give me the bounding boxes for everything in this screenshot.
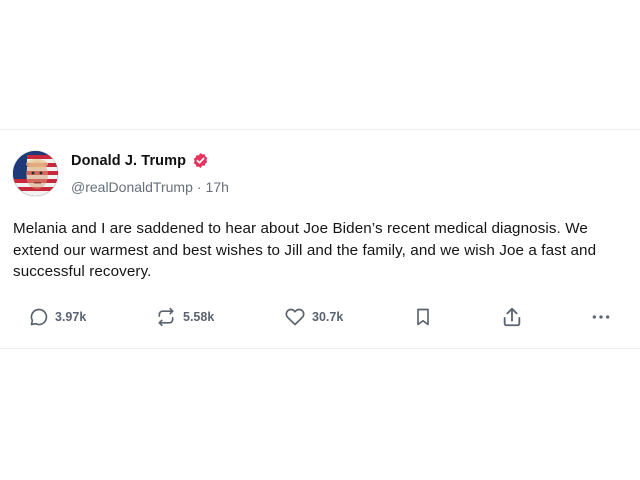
action-bar: 3.97k 5.58k 30.7k (0, 304, 640, 330)
reply-button[interactable]: 3.97k (29, 304, 86, 330)
bookmark-icon (413, 306, 433, 328)
repost-icon (155, 307, 177, 327)
author-handle[interactable]: @realDonaldTrump (71, 179, 193, 195)
meta-separator: · (196, 179, 202, 195)
reply-count: 3.97k (55, 310, 87, 324)
repost-button[interactable]: 5.58k (155, 304, 214, 330)
like-button[interactable]: 30.7k (284, 304, 343, 330)
more-icon (590, 307, 612, 327)
avatar[interactable] (13, 151, 58, 196)
post-card: Donald J. Trump @realDonaldTrump · 17h M… (0, 129, 640, 349)
like-icon (284, 307, 306, 327)
reply-icon (29, 307, 49, 327)
post-text: Melania and I are saddened to hear about… (13, 220, 597, 280)
repost-count: 5.58k (183, 310, 215, 324)
author-display-name[interactable]: Donald J. Trump (71, 153, 186, 169)
more-options-button[interactable] (590, 304, 612, 330)
share-button[interactable] (501, 304, 523, 330)
bookmark-button[interactable] (413, 304, 433, 330)
author-name-row: Donald J. Trump (71, 152, 209, 169)
verified-badge-icon (192, 152, 209, 169)
avatar-image (13, 151, 58, 196)
author-meta-row: @realDonaldTrump · 17h (71, 179, 229, 195)
like-count: 30.7k (312, 310, 344, 324)
post-timestamp[interactable]: 17h (206, 179, 229, 195)
share-icon (501, 306, 523, 328)
